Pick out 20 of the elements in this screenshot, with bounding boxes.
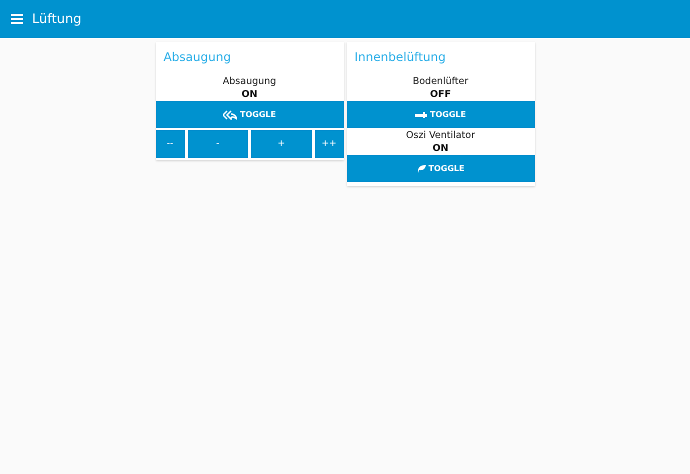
menu-icon[interactable] — [11, 14, 23, 24]
reply-all-icon — [223, 110, 238, 120]
toggle-button[interactable]: TOGGLE — [156, 101, 344, 128]
toggle-button[interactable]: TOGGLE — [346, 101, 534, 128]
toggle-button[interactable]: TOGGLE — [346, 155, 534, 182]
device-state: ON — [240, 89, 259, 100]
app-title: Lüftung — [32, 12, 82, 26]
device-name: Oszi Ventilator — [405, 130, 476, 141]
device-state: OFF — [428, 89, 452, 100]
pipe-icon — [415, 112, 428, 118]
step-button[interactable]: ++ — [314, 130, 344, 158]
card-title: Absaugung — [162, 49, 232, 66]
device-name: Bodenlüfter — [412, 76, 470, 87]
card-title: Innenbelüftung — [354, 49, 447, 66]
leaf-icon — [416, 164, 426, 173]
device-name: Absaugung — [222, 76, 278, 87]
device-state: ON — [431, 143, 450, 154]
step-button[interactable]: - — [188, 130, 248, 158]
step-button[interactable]: + — [251, 130, 312, 158]
step-button[interactable]: -- — [156, 130, 184, 158]
